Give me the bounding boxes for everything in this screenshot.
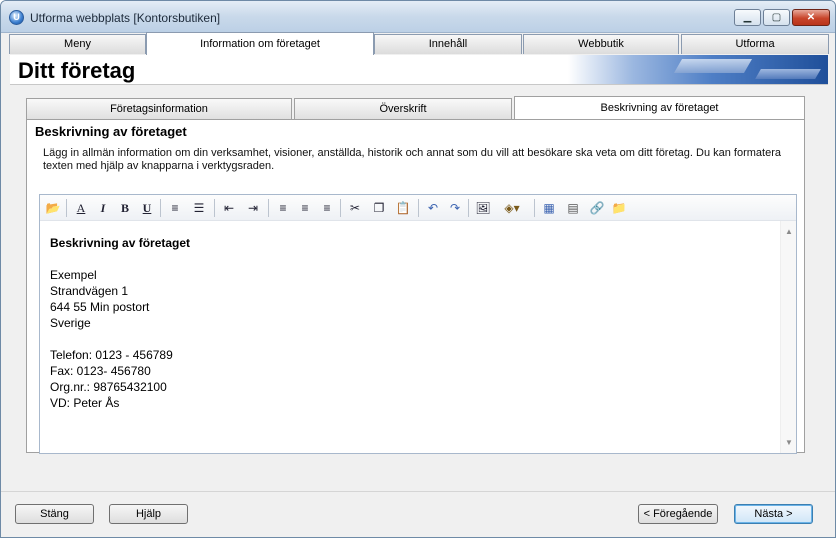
address-line: Exempel (50, 268, 97, 282)
panel-title: Beskrivning av företaget (35, 124, 187, 139)
redo-icon[interactable]: ↷ (446, 199, 464, 217)
align-right-icon[interactable]: ≡ (318, 199, 336, 217)
numbered-list-icon[interactable]: ≡ (166, 199, 184, 217)
open-folder-icon[interactable]: 📂 (44, 199, 62, 217)
font-color-icon[interactable]: A (72, 199, 90, 217)
contact-line: Telefon: 0123 - 456789 (50, 348, 173, 362)
tab-innehall[interactable]: Innehåll (374, 34, 522, 54)
address-line: Strandvägen 1 (50, 284, 129, 298)
previous-button[interactable]: < Föregående (638, 504, 718, 524)
address-line: 644 55 Min postort (50, 300, 150, 314)
insert-table-icon[interactable]: ▦ (540, 199, 558, 217)
editor-heading: Beskrivning av företaget (50, 236, 191, 250)
italic-icon[interactable]: I (94, 199, 112, 217)
insert-link-icon[interactable]: 🔗 (588, 199, 606, 217)
panel-description: Lägg in allmän information om din verksa… (43, 147, 781, 172)
outdent-icon[interactable]: ⇤ (220, 199, 238, 217)
undo-icon[interactable]: ↶ (424, 199, 442, 217)
cut-icon[interactable]: ✂ (346, 199, 364, 217)
editor-content[interactable]: Beskrivning av företaget Exempel Strandv… (50, 235, 770, 411)
table-properties-icon[interactable]: ▤ (564, 199, 582, 217)
help-button[interactable]: Hjälp (109, 504, 188, 524)
subtab-foretagsinformation[interactable]: Företagsinformation (26, 98, 292, 119)
contact-line: VD: Peter Ås (50, 396, 120, 410)
align-left-icon[interactable]: ≡ (274, 199, 292, 217)
underline-icon[interactable]: U (138, 199, 156, 217)
fill-color-icon[interactable]: ◈▾ (498, 199, 526, 217)
editor-toolbar: 📂 A I B U ≡ ☰ ⇤ ⇥ ≡ ≡ ≡ ✂ ❐ 📋 ↶ ↷ 🖼 ◈▾ ▦… (40, 195, 796, 221)
contact-line: Org.nr.: 98765432100 (50, 380, 167, 394)
page-title: Ditt företag (18, 58, 136, 83)
page-header: Ditt företag (10, 55, 828, 85)
open-file-icon[interactable]: 📁 (610, 199, 628, 217)
address-line: Sverige (50, 316, 91, 330)
main-tab-bar: Meny Information om företaget Innehåll W… (9, 32, 829, 55)
tab-webbutik[interactable]: Webbutik (523, 34, 679, 54)
bullet-list-icon[interactable]: ☰ (190, 199, 208, 217)
title-bar: U Utforma webbplats [Kontorsbutiken] ▁ ▢… (1, 1, 835, 33)
maximize-button[interactable]: ▢ (763, 9, 790, 26)
header-banner-image (568, 55, 828, 84)
scroll-down-icon[interactable]: ▼ (785, 438, 793, 447)
contact-line: Fax: 0123- 456780 (50, 364, 151, 378)
sub-tab-bar: Företagsinformation Överskrift Beskrivni… (26, 96, 814, 120)
tab-information-om-foretaget[interactable]: Information om företaget (146, 32, 374, 55)
next-button[interactable]: Nästa > (734, 504, 813, 524)
app-logo-icon: U (9, 10, 24, 25)
indent-icon[interactable]: ⇥ (244, 199, 262, 217)
footer-bar: Stäng Hjälp < Föregående Nästa > (1, 491, 835, 537)
close-window-button[interactable]: ✕ (792, 9, 830, 26)
rich-text-editor[interactable]: 📂 A I B U ≡ ☰ ⇤ ⇥ ≡ ≡ ≡ ✂ ❐ 📋 ↶ ↷ 🖼 ◈▾ ▦… (39, 194, 797, 454)
tab-utforma[interactable]: Utforma (681, 34, 829, 54)
bold-icon[interactable]: B (116, 199, 134, 217)
minimize-button[interactable]: ▁ (734, 9, 761, 26)
insert-image-icon[interactable]: 🖼 (474, 199, 492, 217)
paste-icon[interactable]: 📋 (394, 199, 412, 217)
close-button[interactable]: Stäng (15, 504, 94, 524)
window-title: Utforma webbplats [Kontorsbutiken] (30, 11, 221, 25)
tab-meny[interactable]: Meny (9, 34, 146, 54)
subtab-beskrivning[interactable]: Beskrivning av företaget (514, 96, 805, 120)
description-panel: Beskrivning av företaget Lägg in allmän … (26, 119, 805, 454)
editor-scrollbar[interactable]: ▲ ▼ (780, 221, 796, 453)
copy-icon[interactable]: ❐ (370, 199, 388, 217)
align-center-icon[interactable]: ≡ (296, 199, 314, 217)
scroll-up-icon[interactable]: ▲ (785, 227, 793, 236)
subtab-overskrift[interactable]: Överskrift (294, 98, 512, 119)
app-window: U Utforma webbplats [Kontorsbutiken] ▁ ▢… (0, 0, 836, 538)
content-area: Företagsinformation Överskrift Beskrivni… (10, 86, 828, 482)
